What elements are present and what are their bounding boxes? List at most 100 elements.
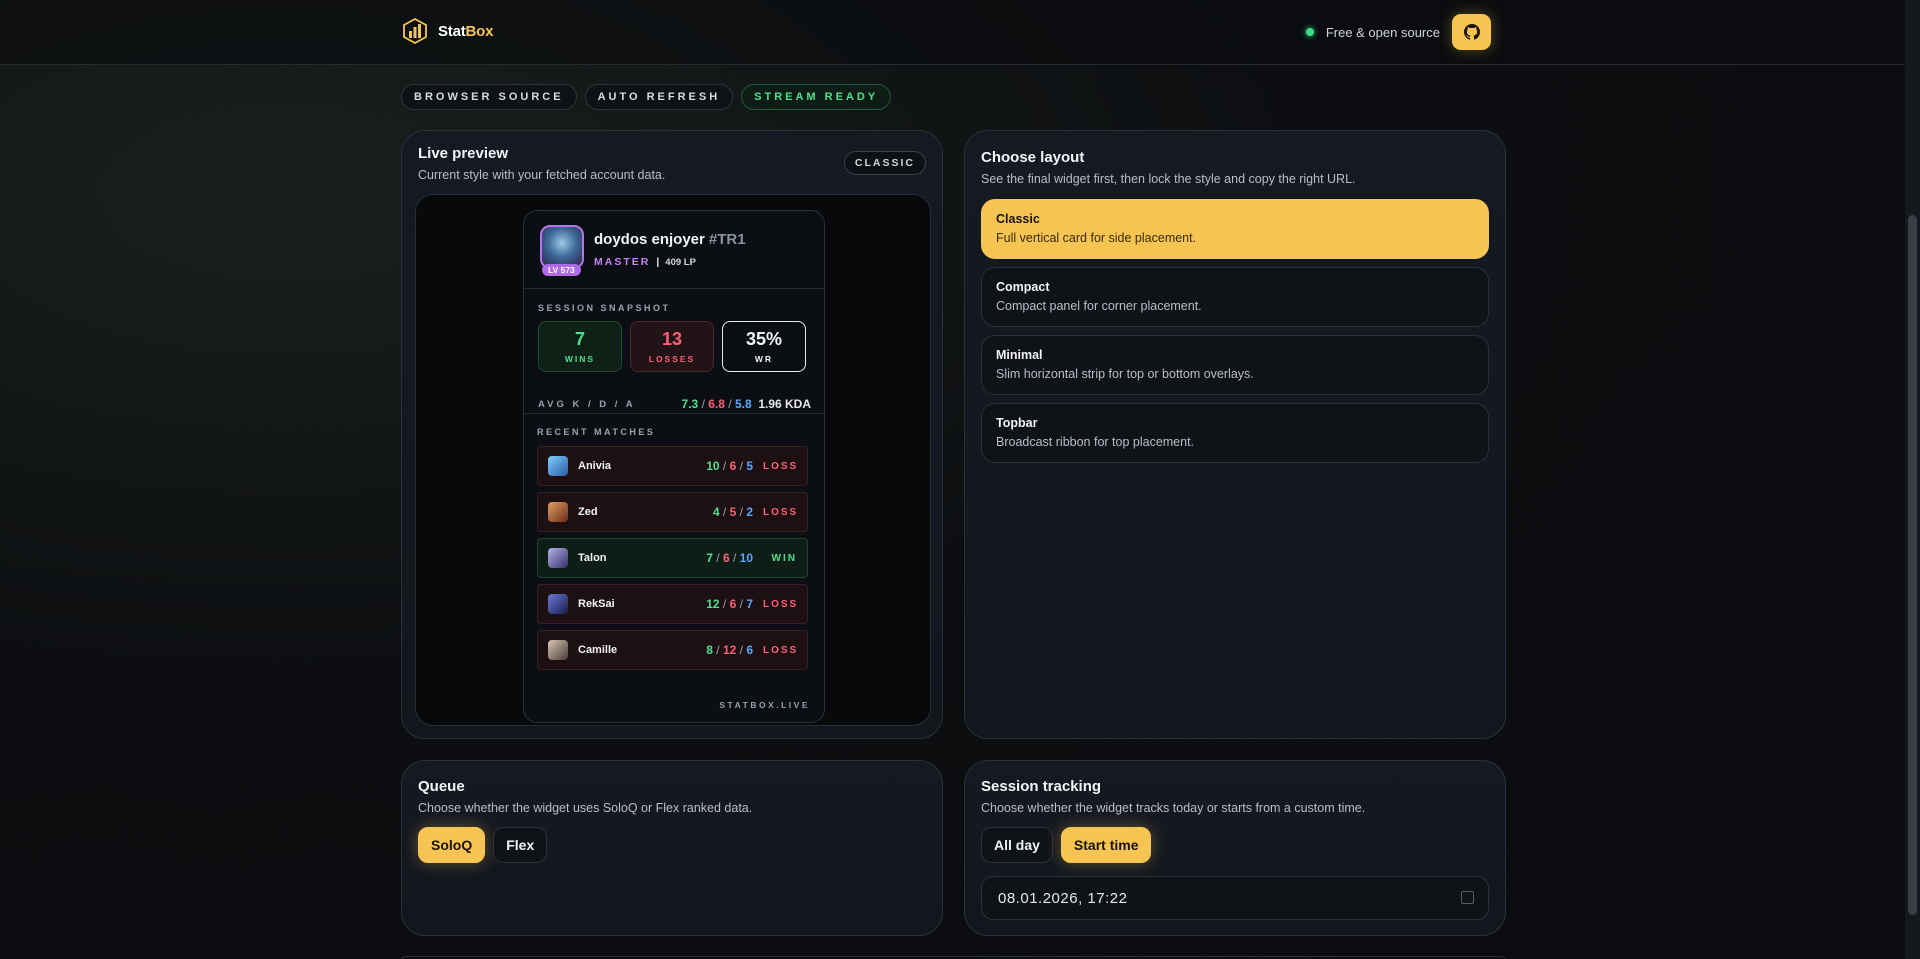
match-kda: 7 / 6 / 10 xyxy=(706,551,753,565)
open-source-note: Free & open source xyxy=(1325,24,1440,40)
winrate-label: WR xyxy=(754,354,774,364)
winrate-value: 35% xyxy=(745,329,783,349)
option-desc: Slim horizontal strip for top or bottom … xyxy=(996,367,1254,381)
layout-options: Classic Full vertical card for side plac… xyxy=(981,199,1489,463)
page-scrollbar[interactable] xyxy=(1905,0,1920,959)
match-row: Zed 4 / 5 / 2 LOSS xyxy=(537,492,808,532)
match-row: RekSai 12 / 6 / 7 LOSS xyxy=(537,584,808,624)
statbox-logo-icon xyxy=(403,18,427,44)
session-snapshot-label: SESSION SNAPSHOT xyxy=(538,303,671,313)
session-title: Session tracking xyxy=(981,778,1102,795)
match-champion: Anivia xyxy=(578,460,612,472)
player-tag: #TR1 xyxy=(708,231,746,248)
match-champion: Camille xyxy=(578,644,618,656)
preview-stage: LV 573 doydos enjoyer #TR1 MASTER | 409 LP … xyxy=(415,194,931,726)
widget-card: LV 573 doydos enjoyer #TR1 MASTER | 409 LP … xyxy=(523,210,825,723)
match-result: LOSS xyxy=(763,506,799,518)
talon-champion-icon xyxy=(548,548,568,568)
avg-kda-row: AVG K / D / A 7.3 / 6.8 / 5.8 1.96 KDA xyxy=(538,397,811,411)
flex-button[interactable]: Flex xyxy=(493,827,548,863)
queue-toggle: SoloQ Flex xyxy=(418,827,548,863)
match-result: WIN xyxy=(771,552,797,564)
player-name-text: doydos enjoyer xyxy=(594,231,705,248)
chip-stream-ready: STREAM READY xyxy=(741,84,892,110)
avg-kda-values: 7.3 / 6.8 / 5.8 1.96 KDA xyxy=(681,397,811,411)
layout-option-classic[interactable]: Classic Full vertical card for side plac… xyxy=(981,199,1489,259)
status-dot-icon xyxy=(1305,28,1314,36)
start-time-button[interactable]: Start time xyxy=(1060,827,1152,863)
brand-name-part2: Box xyxy=(465,22,494,40)
match-row: Talon 7 / 6 / 10 WIN xyxy=(537,538,808,578)
match-champion: Zed xyxy=(578,506,598,518)
style-tag: CLASSIC xyxy=(843,151,926,175)
match-result: LOSS xyxy=(763,598,799,610)
start-datetime-input[interactable]: 08.01.2026, 17:22 xyxy=(981,876,1489,920)
option-title: Classic xyxy=(996,212,1040,226)
all-day-button[interactable]: All day xyxy=(981,827,1053,863)
avg-assists: 5.8 xyxy=(734,397,752,411)
github-icon xyxy=(1463,24,1480,40)
session-toggle: All day Start time xyxy=(981,827,1152,863)
camille-champion-icon xyxy=(548,640,568,660)
layout-option-minimal[interactable]: Minimal Slim horizontal strip for top or… xyxy=(981,335,1489,395)
match-row: Camille 8 / 12 / 6 LOSS xyxy=(537,630,808,670)
soloq-button[interactable]: SoloQ xyxy=(418,827,486,863)
layout-title: Choose layout xyxy=(981,149,1085,166)
github-button[interactable] xyxy=(1452,14,1491,50)
chip-auto-refresh: AUTO REFRESH xyxy=(584,84,734,110)
brand-name-part1: Stat xyxy=(438,22,466,40)
avatar xyxy=(540,225,584,269)
layout-option-compact[interactable]: Compact Compact panel for corner placeme… xyxy=(981,267,1489,327)
chip-browser-source: BROWSER SOURCE xyxy=(401,84,577,110)
kda-ratio: 1.96 KDA xyxy=(758,397,811,411)
card-divider xyxy=(524,413,824,414)
match-result: LOSS xyxy=(763,644,799,656)
wins-value: 7 xyxy=(574,329,585,349)
rank-line: MASTER | 409 LP xyxy=(594,256,696,268)
losses-label: LOSSES xyxy=(648,354,696,364)
session-subtitle: Choose whether the widget tracks today o… xyxy=(981,801,1366,815)
live-preview-panel: Live preview Current style with your fet… xyxy=(401,130,943,739)
match-row: Anivia 10 / 6 / 5 LOSS xyxy=(537,446,808,486)
option-title: Topbar xyxy=(996,416,1038,430)
level-badge: LV 573 xyxy=(542,264,581,276)
match-kda: 10 / 6 / 5 xyxy=(706,459,753,473)
layout-option-topbar[interactable]: Topbar Broadcast ribbon for top placemen… xyxy=(981,403,1489,463)
avg-kills: 7.3 xyxy=(681,397,699,411)
option-desc: Full vertical card for side placement. xyxy=(996,231,1197,245)
zed-champion-icon xyxy=(548,502,568,522)
choose-layout-panel: Choose layout See the final widget first… xyxy=(964,130,1506,739)
losses-stat: 13 LOSSES xyxy=(630,321,714,372)
feature-chips: BROWSER SOURCE AUTO REFRESH STREAM READY xyxy=(401,84,892,110)
brand[interactable]: StatBox xyxy=(402,18,493,44)
top-navbar: StatBox Free & open source xyxy=(0,0,1905,65)
match-kda: 8 / 12 / 6 xyxy=(706,643,753,657)
player-name: doydos enjoyer #TR1 xyxy=(594,231,746,248)
calendar-icon[interactable] xyxy=(1461,891,1474,904)
winrate-stat: 35% WR xyxy=(722,321,806,372)
scrollbar-thumb[interactable] xyxy=(1908,215,1917,915)
reksai-champion-icon xyxy=(548,594,568,614)
player-header: LV 573 doydos enjoyer #TR1 MASTER | 409 LP xyxy=(524,211,824,289)
avg-kda-label: AVG K / D / A xyxy=(538,398,636,410)
layout-subtitle: See the final widget first, then lock th… xyxy=(981,172,1356,186)
preview-subtitle: Current style with your fetched account … xyxy=(418,168,666,182)
wins-label: WINS xyxy=(564,354,596,364)
option-desc: Compact panel for corner placement. xyxy=(996,299,1202,313)
rank-tier: MASTER xyxy=(594,256,651,268)
queue-subtitle: Choose whether the widget uses SoloQ or … xyxy=(418,801,753,815)
match-kda: 12 / 6 / 7 xyxy=(706,597,753,611)
match-kda: 4 / 5 / 2 xyxy=(712,505,753,519)
rank-lp: 409 LP xyxy=(665,257,696,268)
widget-footer: STATBOX.LIVE xyxy=(719,700,810,710)
wins-stat: 7 WINS xyxy=(538,321,622,372)
datetime-value: 08.01.2026, 17:22 xyxy=(998,889,1128,907)
queue-title: Queue xyxy=(418,778,465,795)
anivia-champion-icon xyxy=(548,456,568,476)
option-desc: Broadcast ribbon for top placement. xyxy=(996,435,1195,449)
match-result: LOSS xyxy=(763,460,799,472)
brand-name: StatBox xyxy=(438,23,493,40)
option-title: Compact xyxy=(996,280,1050,294)
preview-title: Live preview xyxy=(418,145,509,162)
avg-deaths: 6.8 xyxy=(708,397,725,411)
